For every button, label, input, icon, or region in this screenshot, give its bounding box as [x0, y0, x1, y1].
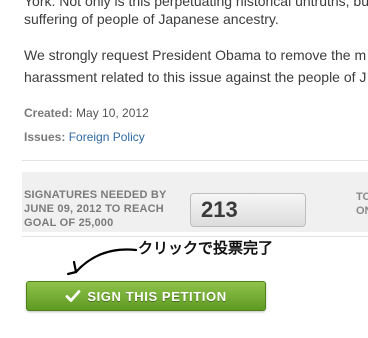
- signature-count: 213: [201, 197, 238, 222]
- petition-text-line: We strongly request President Obama to r…: [24, 47, 367, 63]
- created-date: Created: May 10, 2012: [24, 106, 149, 120]
- divider: [22, 160, 368, 161]
- handwritten-annotation: クリックで投票完了: [138, 239, 274, 257]
- issue-link-foreign-policy[interactable]: Foreign Policy: [69, 130, 145, 144]
- checkmark-icon: [65, 290, 81, 302]
- sign-petition-button[interactable]: SIGN THIS PETITION: [26, 281, 266, 311]
- signatures-side-text: TO ON: [356, 190, 368, 218]
- issues-row: Issues: Foreign Policy: [24, 130, 145, 144]
- signatures-side-line: TO: [356, 191, 368, 203]
- sign-petition-label: SIGN THIS PETITION: [87, 288, 227, 304]
- petition-text-line: suffering of people of Japanese ancestry…: [24, 11, 279, 27]
- created-label: Created:: [24, 106, 73, 120]
- signatures-panel: SIGNATURES NEEDED BY JUNE 09, 2012 TO RE…: [22, 172, 368, 232]
- hand-drawn-arrow-icon: [66, 248, 138, 276]
- issues-label: Issues:: [24, 130, 66, 144]
- signature-count-box: 213: [190, 193, 306, 227]
- signatures-needed-label: SIGNATURES NEEDED BY JUNE 09, 2012 TO RE…: [24, 189, 167, 229]
- petition-text-line: harassment related to this issue against…: [24, 69, 367, 85]
- created-value: May 10, 2012: [76, 106, 149, 120]
- signatures-side-line: ON: [356, 205, 368, 217]
- petition-text-line: York. Not only is this perpetuating hist…: [24, 0, 368, 9]
